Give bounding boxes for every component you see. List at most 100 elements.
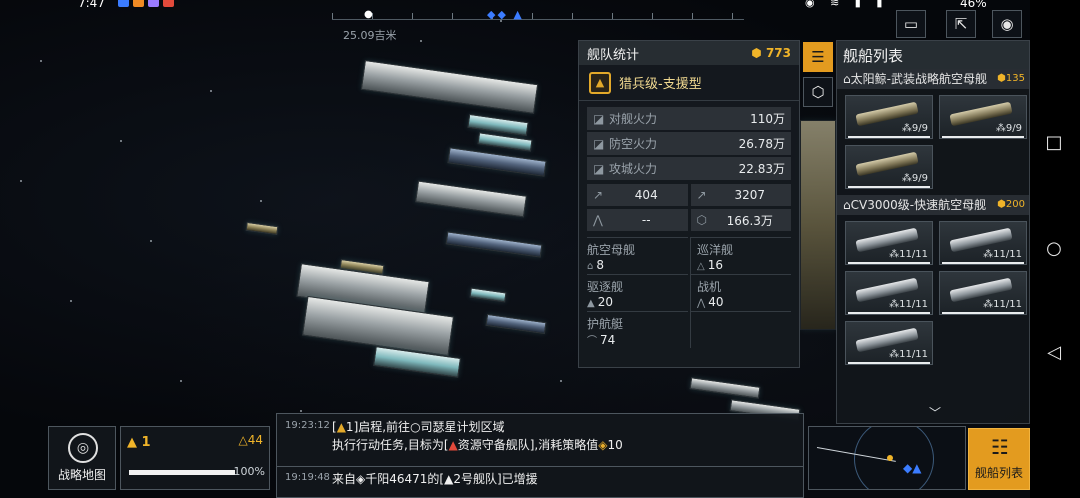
fleet-class-row: ▲ 猎兵级-支援型 [579, 65, 799, 101]
hp-icon: ⁂ [901, 123, 912, 134]
mini-stats-grid: ↗ 404 ↗ 3207 ⋀ -- ⬡ 166.3万 [587, 184, 791, 231]
cannon-icon: ↗ [696, 188, 707, 202]
fleet-ship[interactable] [447, 147, 547, 177]
hp-icon: ⁂ [889, 249, 900, 260]
app-icon [163, 0, 174, 7]
type-escort: 护航艇 ⌒ 74 [587, 311, 688, 348]
ship-list-title: 舰船列表 [837, 41, 1029, 69]
app-icon [148, 0, 159, 7]
type-carrier: 航空母舰 ⌂ 8 [587, 237, 688, 274]
list-icon: ☷ [991, 435, 1009, 459]
list-icon: ☰ [811, 48, 825, 66]
mini-stat: ↗ 404 [587, 184, 688, 206]
ship-list-panel: 舰船列表 ⌂太阳鲸-武装战略航空母舰 ⬢135 ⁂9/9 ⁂9/9 ⁂9/9 ⌂… [836, 40, 1030, 424]
hp-icon: ⁂ [889, 299, 900, 310]
event-log[interactable]: 19:23:12 [▲1]启程,前往○司瑟星计划区域 执行行动任务,目标为[▲资… [276, 413, 804, 498]
fleet-ship-count: △44 [238, 433, 263, 447]
fleet-icon: ▲ [127, 435, 142, 450]
fleet-stats-panel: 舰队统计 ⬢ 773 ▲ 猎兵级-支援型 ◪ 对舰火力 110万 ◪ 防空火力 … [578, 40, 800, 368]
coin-icon: ⬢ [997, 73, 1006, 84]
siege-firepower-row: ◪ 攻城火力 22.83万 [587, 157, 791, 180]
fleet-class-label: 猎兵级-支援型 [619, 77, 702, 92]
location-pin-icon: ● [364, 9, 373, 20]
hp-icon: ⁂ [901, 173, 912, 184]
ship-card[interactable]: ⁂11/11 [939, 271, 1027, 315]
cruiser-icon: △ [697, 261, 705, 272]
app-icon [133, 0, 144, 7]
carrier-icon: ⌂ [843, 72, 851, 86]
base-icon: ◈ [356, 472, 366, 486]
fleet-progress-label: 100% [233, 465, 265, 478]
ship-group-header[interactable]: ⌂太阳鲸-武装战略航空母舰 ⬢135 [837, 69, 1029, 89]
wifi-signal-icons: ◉ ≋ ▮ ▮ [805, 0, 889, 9]
back-button[interactable]: ◁ [1043, 342, 1065, 364]
fleet-marker-icon[interactable]: ◆◆ ▲ [487, 8, 524, 21]
share-button[interactable]: ⇱ [946, 10, 976, 38]
minimap[interactable]: ◆▲ [808, 426, 966, 490]
fleet-ship[interactable] [445, 231, 543, 258]
ship-card[interactable]: ⁂11/11 [845, 271, 933, 315]
stats-title: 舰队统计 [587, 47, 640, 63]
fleet-class-icon: ▲ [589, 71, 611, 94]
ship-card[interactable]: ⁂11/11 [845, 321, 933, 365]
ship-card[interactable]: ⁂9/9 [939, 95, 1027, 139]
fleet-ship[interactable] [689, 377, 761, 399]
fleet-number: ▲ 1 [127, 435, 151, 450]
fleet-ship[interactable] [469, 287, 507, 303]
fleet-ship[interactable] [360, 59, 539, 115]
fleet-status-card[interactable]: ▲ 1 △44 100% [120, 426, 270, 490]
mini-stat: ⬡ 166.3万 [690, 209, 791, 231]
view-toggle-button[interactable]: ◉ [992, 10, 1022, 38]
fleet-progress-bar [129, 470, 235, 475]
strategic-map-button[interactable]: ◎ 战略地图 [48, 426, 116, 490]
type-empty [690, 311, 791, 348]
screen-cast-button[interactable]: ▭ [896, 10, 926, 38]
ship-card[interactable]: ⁂9/9 [845, 95, 933, 139]
anti-ship-icon: ◪ [593, 111, 605, 126]
type-fighter: 战机 ⋀ 40 [690, 274, 791, 311]
log-entry: 19:23:12 [▲1]启程,前往○司瑟星计划区域 执行行动任务,目标为[▲资… [285, 420, 623, 452]
enemy-icon: ▲ [448, 438, 458, 452]
cube-icon: ⬡ [811, 83, 825, 101]
log-entry: 19:19:48 来自◈千阳46471的[▲2号舰队]已增援 [285, 472, 538, 486]
fleet-ship[interactable] [467, 113, 529, 137]
ship-group-header[interactable]: ⌂CV3000级-快速航空母舰 ⬢200 [837, 195, 1029, 215]
list-view-toggle[interactable]: ☰ [803, 42, 833, 72]
fleet-icon: ▲ [336, 420, 346, 434]
ship-card[interactable]: ⁂11/11 [845, 221, 933, 265]
carrier-icon: ⌂ [843, 198, 851, 212]
eye-icon: ◉ [1000, 15, 1014, 33]
escort-icon: ⌒ [587, 336, 597, 347]
hp-icon: ⁂ [983, 299, 994, 310]
target-icon: ○ [410, 420, 421, 434]
aircraft-icon: ⋀ [593, 213, 603, 227]
hp-icon: ⁂ [983, 249, 994, 260]
carrier-icon: ⌂ [587, 261, 594, 272]
cube-view-toggle[interactable]: ⬡ [803, 77, 833, 107]
ship-list-button[interactable]: ☷ 舰船列表 [968, 428, 1030, 490]
recent-apps-button[interactable]: □ [1043, 132, 1065, 154]
ship-card[interactable]: ⁂9/9 [845, 145, 933, 189]
fleet-marker-icon: ◆▲ [903, 461, 922, 475]
chevron-down-icon[interactable]: ﹀ [929, 404, 941, 421]
missile-icon: ↗ [593, 188, 604, 202]
home-button[interactable]: ○ [1043, 238, 1065, 260]
app-icon [118, 0, 129, 7]
ship-card-grid: ⁂11/11 ⁂11/11 ⁂11/11 ⁂11/11 ⁂11/11 [837, 215, 1029, 371]
share-icon: ⇱ [954, 15, 968, 33]
hp-icon: ⁂ [889, 349, 900, 360]
anti-air-icon: ◪ [593, 136, 605, 151]
destroyer-icon: ▲ [587, 298, 595, 309]
distance-ruler: ● ◆◆ ▲ [332, 8, 744, 21]
fleet-ship[interactable] [245, 221, 279, 236]
type-cruiser: 巡洋舰 △ 16 [690, 237, 791, 274]
fleet-ship[interactable] [485, 313, 547, 335]
coin-icon: ⬢ [751, 46, 766, 60]
anti-ship-firepower-row: ◪ 对舰火力 110万 [587, 107, 791, 130]
ship-card-grid: ⁂9/9 ⁂9/9 ⁂9/9 [837, 89, 1029, 195]
fleet-ship[interactable] [415, 180, 527, 218]
ship-type-grid: 航空母舰 ⌂ 8 巡洋舰 △ 16 驱逐舰 ▲ 20 战机 ⋀ 40 护航艇 ⌒ 74 [587, 237, 791, 348]
ship-card[interactable]: ⁂11/11 [939, 221, 1027, 265]
fleet-ship[interactable] [800, 120, 836, 330]
type-destroyer: 驱逐舰 ▲ 20 [587, 274, 688, 311]
